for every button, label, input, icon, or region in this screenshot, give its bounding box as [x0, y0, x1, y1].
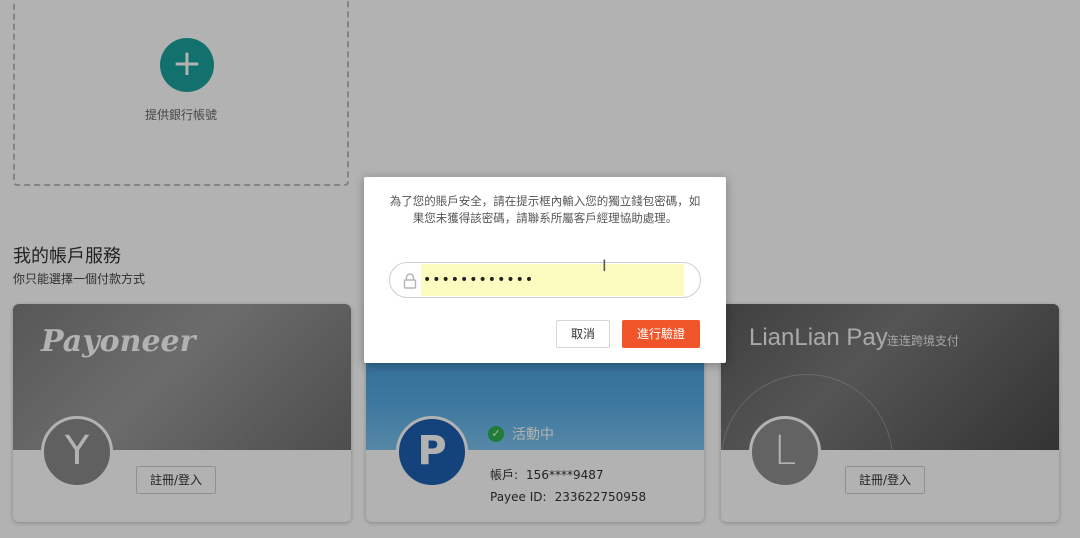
- text-cursor-icon: I: [602, 256, 607, 275]
- password-dialog: 為了您的賬戶安全，請在提示框內輸入您的獨立錢包密碼，如果您未獲得該密碼，請聯系所…: [364, 177, 726, 363]
- password-input[interactable]: [421, 264, 684, 296]
- verify-button[interactable]: 進行驗證: [622, 320, 700, 348]
- dialog-message: 為了您的賬戶安全，請在提示框內輸入您的獨立錢包密碼，如果您未獲得該密碼，請聯系所…: [389, 194, 701, 225]
- cancel-button[interactable]: 取消: [556, 320, 610, 348]
- lock-icon: [403, 273, 417, 289]
- password-field[interactable]: [389, 262, 701, 298]
